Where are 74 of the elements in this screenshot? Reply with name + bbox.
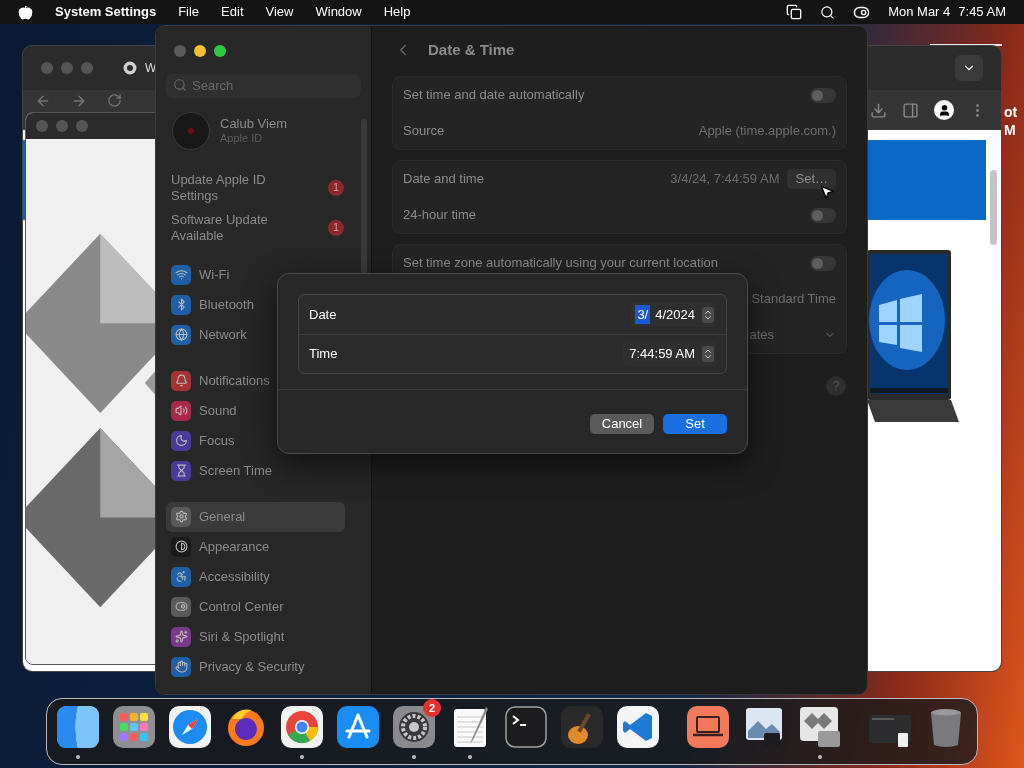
menu-bar-time[interactable]: 7:45 AM (958, 2, 1006, 22)
app-menu[interactable]: System Settings (55, 2, 157, 22)
code-editor-icon[interactable] (616, 705, 660, 749)
sidebar-item[interactable]: Screen Time (166, 455, 345, 486)
field-label: Date (309, 305, 337, 324)
notification-badge: 2 (423, 699, 441, 717)
sidebar-item[interactable]: Appearance (166, 531, 345, 562)
set-button[interactable]: Set (663, 414, 727, 434)
page-title: Date & Time (428, 39, 515, 60)
setting-label: Source (403, 122, 445, 141)
setting-value: 3/4/24, 7:44:59 AM (670, 170, 780, 189)
sidebar-item[interactable]: Control Center (166, 591, 345, 622)
date-time-field[interactable]: 3/ 4/2024 (631, 302, 716, 327)
sidebar-item[interactable]: Privacy & Security (166, 651, 345, 682)
notice-link[interactable]: Software Update Available (171, 211, 291, 244)
gear-icon[interactable] (392, 705, 436, 749)
setting-value: ates (749, 326, 774, 345)
toggle-switch[interactable] (810, 87, 836, 103)
guitar-icon[interactable] (560, 705, 604, 749)
reload-icon[interactable] (107, 93, 122, 108)
set-button[interactable]: Set… (787, 169, 836, 189)
diamond-drive-icon[interactable] (798, 705, 842, 749)
date-time-field[interactable]: 7:44:59 AM (623, 342, 716, 366)
setting-label: Set time and date automatically (403, 86, 585, 105)
terminal-icon[interactable] (504, 705, 548, 749)
forward-icon[interactable] (71, 93, 87, 109)
search-icon[interactable] (820, 4, 836, 20)
minimize-button[interactable] (194, 45, 206, 57)
app-store-icon[interactable] (336, 705, 380, 749)
menu-item[interactable]: Help (383, 2, 411, 22)
field-segment[interactable]: 3/ (635, 304, 651, 325)
scrollbar-thumb[interactable] (990, 170, 997, 245)
setting-value: Apple (time.apple.com.) (698, 122, 836, 141)
menu-bar-date[interactable]: Mon Mar 4 (888, 2, 951, 22)
sidebar-item[interactable]: Accessibility (166, 561, 345, 592)
sidebar-item[interactable]: General (166, 501, 345, 532)
browser-logo-icon (123, 61, 137, 75)
field-segment[interactable]: 4/2024 (653, 304, 697, 325)
stepper-icon[interactable] (702, 306, 714, 323)
pointer-icon (819, 184, 835, 200)
notice-link[interactable]: Update Apple ID Settings (171, 171, 291, 204)
notice-badge: 1 (328, 219, 344, 236)
menu-item[interactable]: View (265, 2, 294, 22)
download-icon[interactable] (870, 101, 887, 119)
cancel-button[interactable]: Cancel (590, 414, 654, 434)
menu-item[interactable]: File (178, 2, 200, 22)
setting-label: 24-hour time (403, 206, 476, 225)
tab-list-button[interactable] (955, 55, 983, 81)
notice-badge: 1 (328, 179, 344, 196)
search-field[interactable]: Search (166, 73, 361, 98)
side-panel-icon[interactable] (902, 101, 919, 119)
stepper-icon[interactable] (702, 346, 714, 362)
zoom-button[interactable] (214, 45, 226, 57)
desktop-label: M (1004, 121, 1017, 139)
menu-item[interactable]: Window (315, 2, 362, 22)
field-segment[interactable]: 7:44:59 AM (627, 344, 697, 364)
setting-value: Standard Time (751, 290, 836, 309)
profile-icon[interactable] (934, 100, 954, 120)
field-label: Time (309, 345, 338, 364)
toggle-switch[interactable] (810, 255, 836, 271)
account-name[interactable]: Calub Viem (220, 115, 287, 131)
apple-menu-icon[interactable] (18, 4, 33, 20)
screen-mirroring-icon[interactable] (786, 4, 803, 20)
laptop-icon[interactable] (686, 705, 730, 749)
back-icon[interactable] (35, 93, 51, 109)
app-grid-icon[interactable] (112, 705, 156, 749)
setting-label: Set time zone automatically using your current location (403, 254, 719, 273)
sidebar-item[interactable]: Siri & Spotlight (166, 621, 345, 652)
compass-icon[interactable] (168, 705, 212, 749)
toggle-switch[interactable] (810, 207, 836, 223)
search-icon (173, 78, 187, 92)
setting-label: Date and time (403, 170, 484, 189)
desktop-label: ot (1004, 103, 1018, 121)
menu-item[interactable]: Edit (221, 2, 244, 22)
